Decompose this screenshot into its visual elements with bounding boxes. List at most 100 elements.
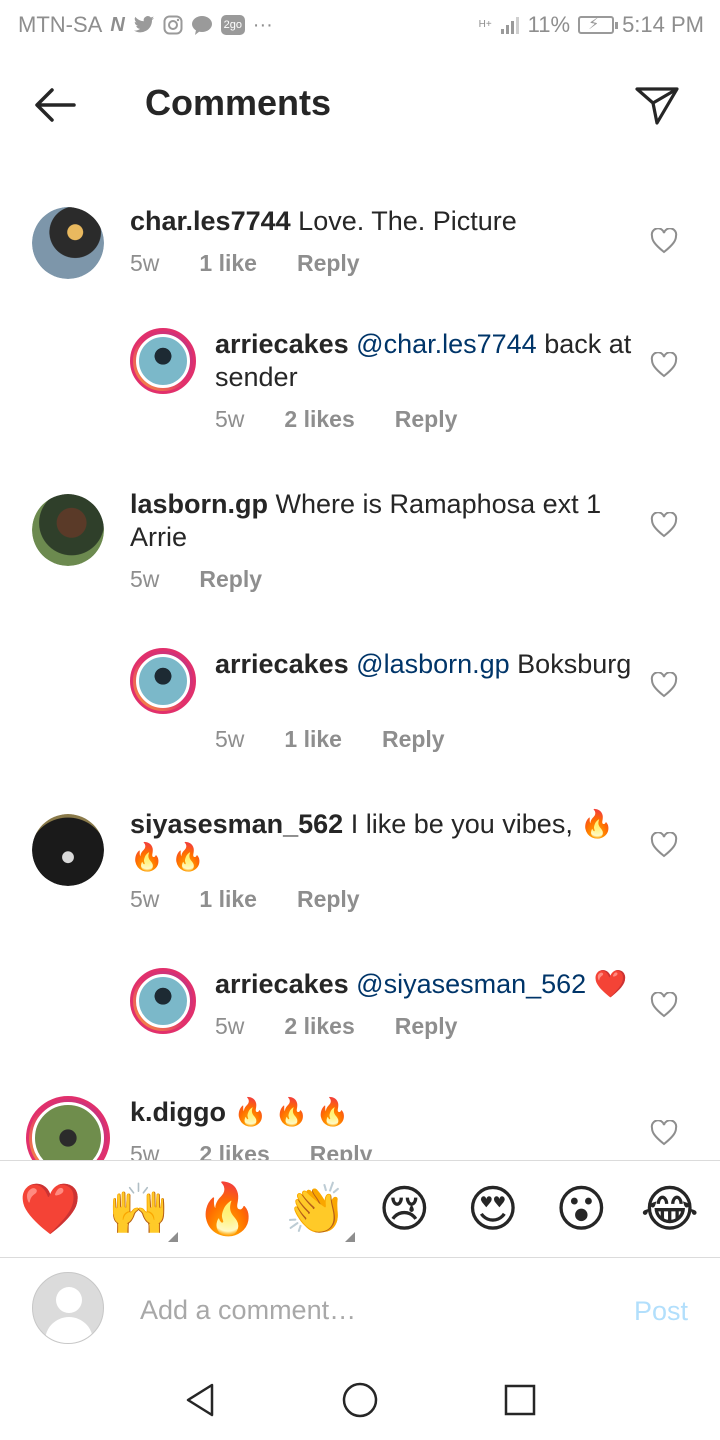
like-button[interactable]: [650, 351, 678, 378]
comment-time: 5w: [215, 726, 245, 752]
nav-home-circle-icon: [342, 1382, 378, 1418]
emoji-heart-eyes-button[interactable]: 😍: [458, 1184, 528, 1234]
comment-reply-item: arriecakes @char.les7744 back at sender …: [0, 328, 720, 458]
comment-item: siyasesman_562 I like be you vibes, 🔥 🔥 …: [0, 808, 720, 938]
comment-username[interactable]: char.les7744: [130, 206, 291, 236]
emoji-fire-button[interactable]: 🔥: [192, 1184, 262, 1234]
avatar[interactable]: [32, 207, 104, 279]
like-button[interactable]: [650, 831, 678, 858]
emoji-clap-label: 👏: [284, 1181, 347, 1237]
avatar[interactable]: [26, 1096, 110, 1160]
nav-recents-button[interactable]: [500, 1380, 540, 1420]
reply-button[interactable]: Reply: [199, 566, 262, 593]
emoji-surprised-button[interactable]: 😮: [546, 1184, 616, 1234]
comment-meta: 5w Reply: [130, 566, 262, 593]
reply-button[interactable]: Reply: [395, 406, 458, 433]
comment-reply-item: arriecakes @siyasesman_562 ❤️ 5w 2 likes…: [0, 968, 720, 1068]
comment-likes[interactable]: 2 likes: [284, 406, 354, 433]
like-button[interactable]: [650, 1119, 678, 1146]
comment-username[interactable]: arriecakes: [215, 969, 349, 999]
messenger-icon: [191, 16, 212, 35]
emoji-heart-button[interactable]: ❤️: [15, 1184, 85, 1234]
comment-username[interactable]: lasborn.gp: [130, 489, 268, 519]
comment-input[interactable]: [140, 1288, 600, 1332]
status-bar: MTN-SA N 2go ··· H+ 11% ⚡ 5:14 PM: [0, 0, 720, 50]
like-button[interactable]: [650, 511, 678, 538]
emoji-crying-button[interactable]: 😢: [369, 1184, 439, 1234]
heart-outline-icon: [650, 1119, 678, 1146]
comment-likes[interactable]: 1 like: [284, 726, 342, 753]
comment-username[interactable]: arriecakes: [215, 649, 349, 679]
avatar[interactable]: [130, 328, 196, 394]
heart-outline-icon: [650, 511, 678, 538]
back-button[interactable]: [30, 80, 80, 130]
comment-mention[interactable]: @char.les7744: [356, 329, 537, 359]
comment-body: Boksburg: [517, 649, 632, 679]
comment-meta: 5w 2 likes Reply: [130, 1141, 372, 1160]
avatar[interactable]: [32, 494, 104, 566]
reply-button[interactable]: Reply: [395, 1013, 458, 1040]
avatar-image: [136, 334, 190, 388]
emoji-laughing-button[interactable]: 😂: [635, 1184, 705, 1234]
avatar-image: [32, 207, 104, 279]
comment-username[interactable]: k.diggo: [130, 1097, 226, 1127]
comment-username[interactable]: siyasesman_562: [130, 809, 343, 839]
quick-emoji-bar: ❤️ 🙌 🔥 👏 😢 😍 😮 😂: [0, 1160, 720, 1258]
emoji-raised-hands-button[interactable]: 🙌: [104, 1181, 178, 1242]
comment-text: siyasesman_562 I like be you vibes, 🔥 🔥 …: [130, 808, 620, 874]
reply-button[interactable]: Reply: [297, 886, 360, 913]
battery-charging-icon: ⚡: [578, 16, 619, 34]
avatar[interactable]: [32, 814, 104, 886]
comments-list[interactable]: char.les7744 Love. The. Picture 5w 1 lik…: [0, 180, 720, 1160]
reply-button[interactable]: Reply: [297, 250, 360, 277]
heart-outline-icon: [650, 671, 678, 698]
like-button[interactable]: [650, 227, 678, 254]
avatar-image: [136, 974, 190, 1028]
avatar[interactable]: [130, 968, 196, 1034]
comment-username[interactable]: arriecakes: [215, 329, 349, 359]
more-dots-icon: ···: [252, 13, 273, 36]
reply-button[interactable]: Reply: [382, 726, 445, 753]
comment-item: lasborn.gp Where is Ramaphosa ext 1 Arri…: [0, 488, 720, 618]
default-avatar-body-icon: [45, 1317, 93, 1343]
avatar-image: [136, 654, 190, 708]
current-user-avatar: [32, 1272, 104, 1344]
share-button[interactable]: [632, 80, 682, 130]
comment-meta: 5w 2 likes Reply: [215, 406, 457, 433]
comment-meta: 5w 1 like Reply: [130, 250, 360, 277]
comment-time: 5w: [215, 1013, 245, 1039]
comment-time: 5w: [130, 250, 160, 276]
comment-body: ❤️: [593, 969, 628, 999]
direct-send-icon: [635, 87, 679, 125]
instagram-icon: [163, 15, 183, 35]
nav-home-button[interactable]: [340, 1380, 380, 1420]
header: Comments: [0, 60, 720, 150]
nav-back-button[interactable]: [180, 1380, 220, 1420]
reply-button[interactable]: Reply: [310, 1141, 373, 1160]
comment-mention[interactable]: @lasborn.gp: [356, 649, 510, 679]
emoji-raised-hands-label: 🙌: [107, 1181, 170, 1237]
2go-icon: 2go: [220, 15, 245, 35]
post-button[interactable]: Post: [634, 1296, 688, 1327]
default-avatar-head-icon: [56, 1287, 82, 1313]
comment-likes[interactable]: 1 like: [199, 250, 257, 277]
twitter-icon: [133, 16, 154, 33]
battery-percent: 11%: [527, 12, 571, 37]
comment-mention[interactable]: @siyasesman_562: [356, 969, 586, 999]
nav-recents-square-icon: [504, 1384, 536, 1416]
comment-text: arriecakes @lasborn.gp Boksburg: [215, 648, 635, 681]
clock: 5:14 PM: [622, 12, 704, 37]
comment-likes[interactable]: 2 likes: [284, 1013, 354, 1040]
carrier-label: MTN-SA: [18, 12, 103, 37]
comment-likes[interactable]: 2 likes: [199, 1141, 269, 1160]
emoji-clap-button[interactable]: 👏: [281, 1181, 355, 1242]
comment-text: arriecakes @siyasesman_562 ❤️: [215, 968, 655, 1001]
status-bar-right: H+ 11% ⚡ 5:14 PM: [479, 12, 704, 38]
comment-body: Love. The. Picture: [298, 206, 517, 236]
like-button[interactable]: [650, 671, 678, 698]
comment-text: char.les7744 Love. The. Picture: [130, 205, 630, 238]
comment-meta: 5w 2 likes Reply: [215, 1013, 457, 1040]
like-button[interactable]: [650, 991, 678, 1018]
avatar[interactable]: [130, 648, 196, 714]
comment-likes[interactable]: 1 like: [199, 886, 257, 913]
